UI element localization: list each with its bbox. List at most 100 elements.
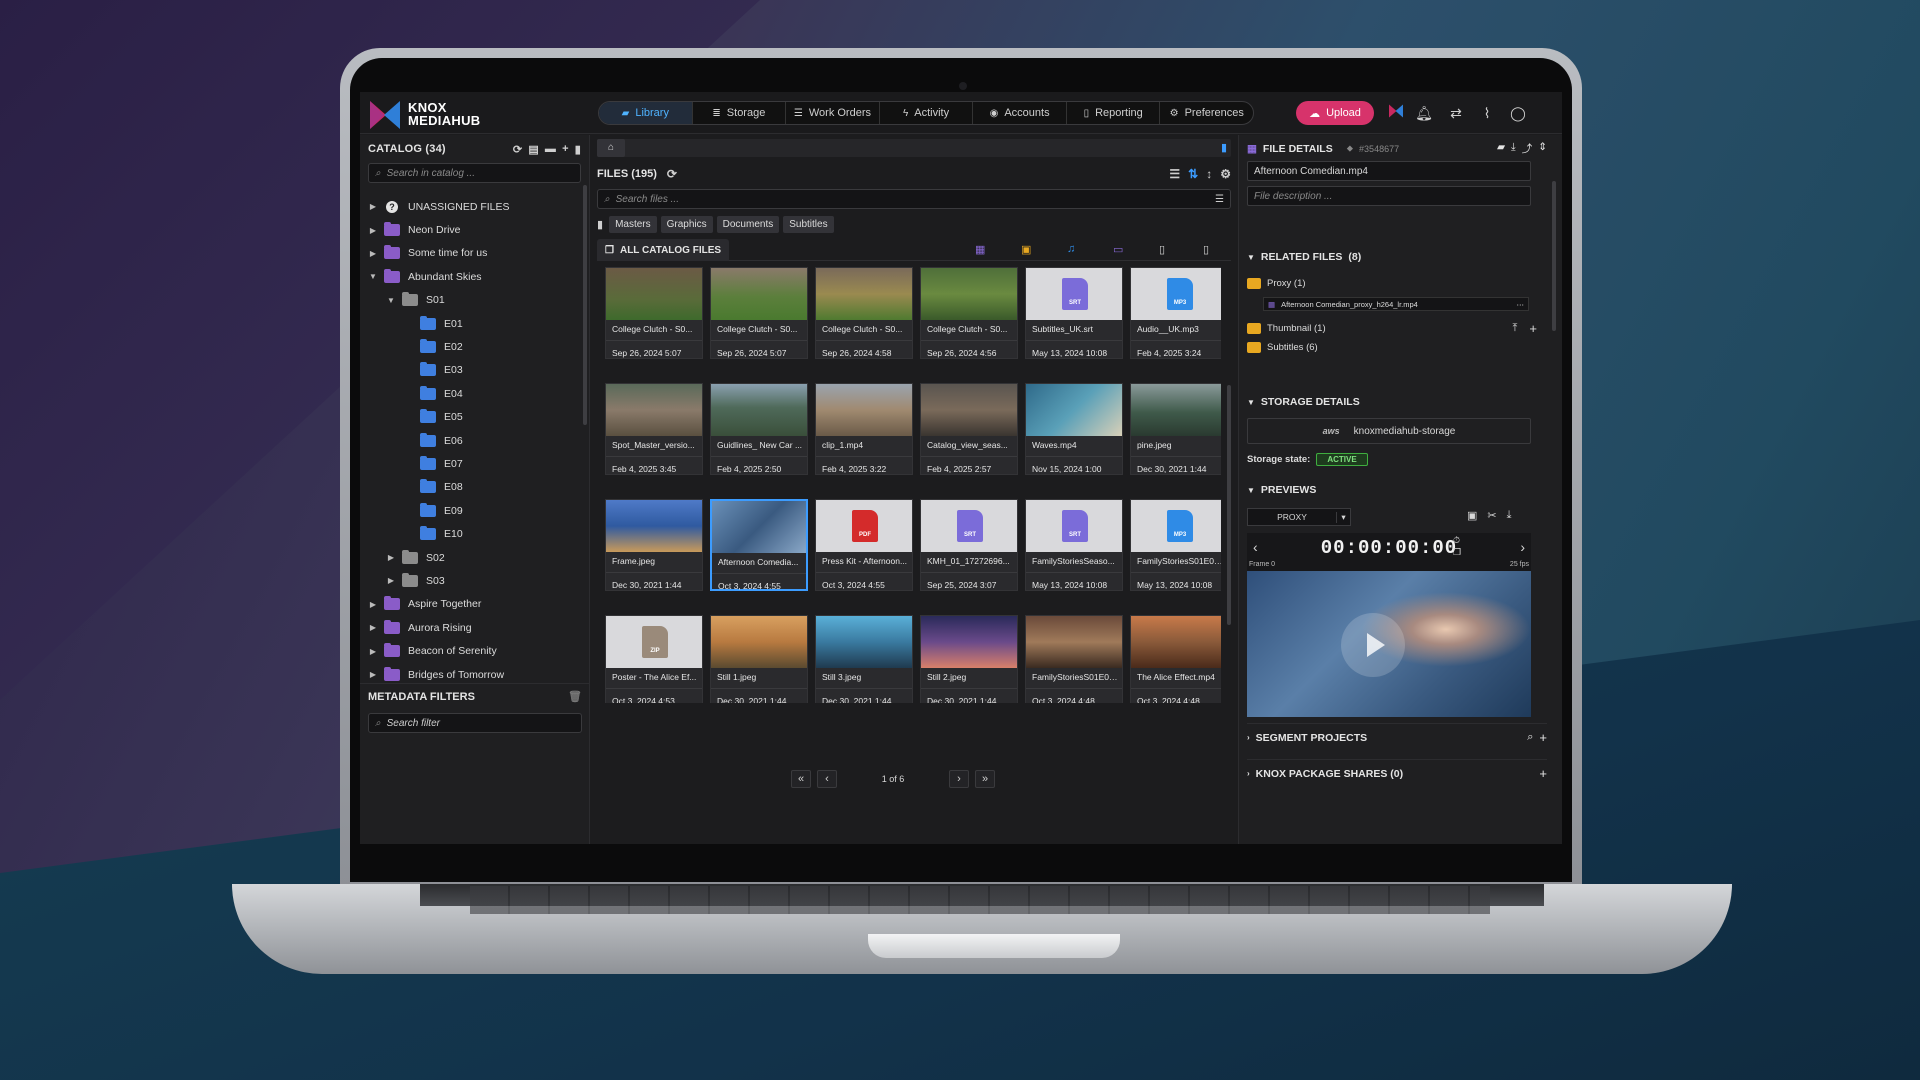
next-frame-icon[interactable]: › — [1520, 539, 1525, 555]
video-preview[interactable] — [1247, 571, 1531, 717]
sort-order-icon[interactable]: ↕ — [1206, 167, 1212, 181]
file-card[interactable]: College Clutch - S0... Sep 26, 2024 4:58 — [815, 267, 913, 359]
file-card[interactable]: College Clutch - S0... Sep 26, 2024 4:56 — [920, 267, 1018, 359]
related-subtitles[interactable]: Subtitles (6) — [1247, 342, 1318, 353]
refresh-icon[interactable]: ⟳ — [667, 167, 677, 181]
tree-item[interactable]: ▶ S02 — [360, 546, 582, 569]
file-card[interactable]: Frame.jpeg Dec 30, 2021 1:44 — [605, 499, 703, 591]
timer-icon[interactable]: ⏱ — [1453, 535, 1460, 546]
home-icon[interactable]: ⌂ — [597, 139, 625, 157]
tree-item[interactable]: E02 — [360, 335, 582, 358]
tree-item[interactable]: ▶ Bridges of Tomorrow — [360, 663, 582, 683]
file-card[interactable]: The Alice Effect.mp4 Oct 3, 2024 4:48 — [1130, 615, 1221, 703]
related-proxy[interactable]: Proxy (1) — [1247, 278, 1306, 289]
catalog-search-input[interactable]: ⌕ Search in catalog ... — [368, 163, 581, 183]
plus-icon[interactable]: + — [1529, 321, 1537, 336]
file-card[interactable]: Still 2.jpeg Dec 30, 2021 1:44 — [920, 615, 1018, 703]
share-icon[interactable]: ⤴ — [1522, 141, 1533, 156]
caret-right-icon[interactable]: ▶ — [368, 202, 378, 211]
chevron-updown-icon[interactable]: ⇕ — [1538, 141, 1547, 156]
bookmark-icon[interactable]: ▮ — [575, 143, 581, 156]
file-card[interactable]: SRT KMH_01_17272696... Sep 25, 2024 3:07 — [920, 499, 1018, 591]
caret-right-icon[interactable]: ▶ — [368, 647, 378, 656]
caret-right-icon[interactable]: ▶ — [368, 249, 378, 258]
tree-item[interactable]: E07 — [360, 452, 582, 475]
segment-projects-header[interactable]: › SEGMENT PROJECTS ⌕ + — [1247, 723, 1547, 745]
caret-down-icon[interactable]: ▼ — [368, 272, 378, 281]
transfer-icon[interactable]: ⇄ — [1446, 103, 1466, 123]
gear-icon[interactable]: ⚙ — [1220, 167, 1231, 181]
play-icon[interactable] — [1341, 613, 1405, 677]
file-card[interactable]: FamilyStoriesS01E01... Oct 3, 2024 4:48 — [1025, 615, 1123, 703]
file-card[interactable]: MP3 FamilyStoriesS01E01... May 13, 2024 10… — [1130, 499, 1221, 591]
filter-chip-masters[interactable]: Masters — [609, 215, 657, 233]
filename-field[interactable]: Afternoon Comedian.mp4 — [1247, 161, 1531, 181]
metadata-search-input[interactable]: ⌕ Search filter — [368, 713, 582, 733]
refresh-icon[interactable]: ⟳ — [513, 143, 522, 156]
nav-tab-activity[interactable]: ϟ Activity — [880, 102, 974, 124]
list-view-icon[interactable]: ☰ — [1169, 167, 1180, 181]
file-card[interactable]: MP3 Audio__UK.mp3 Feb 4, 2025 3:24 — [1130, 267, 1221, 359]
last-page-button[interactable]: » — [975, 770, 995, 788]
trash-icon[interactable]: 🗑︎ — [568, 690, 582, 703]
caret-right-icon[interactable]: ▶ — [386, 576, 396, 585]
file-card[interactable]: ZIP Poster - The Alice Ef... Oct 3, 2024 4… — [605, 615, 703, 703]
filter-chip-documents[interactable]: Documents — [716, 215, 780, 233]
nav-tab-work-orders[interactable]: ☰ Work Orders — [786, 102, 880, 124]
image-filter-icon[interactable]: ▣ — [1021, 243, 1031, 256]
user-account-icon[interactable]: ◯ — [1508, 103, 1528, 123]
nav-tab-accounts[interactable]: ◉ Accounts — [973, 102, 1067, 124]
nav-tab-storage[interactable]: ≣ Storage — [693, 102, 787, 124]
caret-right-icon[interactable]: ▶ — [386, 553, 396, 562]
subtitle-filter-icon[interactable]: ▭ — [1113, 243, 1123, 256]
download-icon[interactable]: ⤓ — [1507, 509, 1512, 522]
file-card[interactable]: Guidlines_ New Car ... Feb 4, 2025 2:50 — [710, 383, 808, 475]
collapse-icon[interactable]: ▤ — [528, 143, 539, 156]
preview-type-select[interactable]: PROXY ▾ — [1247, 508, 1351, 526]
tree-item[interactable]: E06 — [360, 429, 582, 452]
camera-icon[interactable]: ▣ — [1467, 509, 1477, 522]
plus-icon[interactable]: + — [562, 143, 569, 156]
proxy-file-row[interactable]: ▦ Afternoon Comedian_proxy_h264_lr.mp4 ⋯ — [1263, 297, 1529, 311]
tree-item[interactable]: ▶ S03 — [360, 569, 582, 592]
catalog-scrollbar[interactable] — [583, 185, 587, 425]
next-page-button[interactable]: › — [949, 770, 969, 788]
download-icon[interactable]: ⤓ — [1511, 141, 1516, 156]
folder-icon[interactable]: ▰ — [1497, 141, 1505, 156]
file-card[interactable]: Waves.mp4 Nov 15, 2024 1:00 — [1025, 383, 1123, 475]
scissors-icon[interactable]: ✂ — [1487, 509, 1496, 522]
previews-header[interactable]: ▼ PREVIEWS — [1247, 484, 1316, 496]
tree-item[interactable]: ▶ Aurora Rising — [360, 616, 582, 639]
document-filter-icon[interactable]: ▯ — [1159, 243, 1165, 256]
file-description-field[interactable]: File description ... — [1247, 186, 1531, 206]
bell-icon[interactable]: 🔔︎ — [1414, 103, 1434, 123]
copy-icon[interactable]: ❐ — [1453, 547, 1461, 558]
logo[interactable]: KNOX MEDIAHUB — [370, 99, 480, 129]
file-card[interactable]: SRT FamilyStoriesSeaso... May 13, 2024 10:… — [1025, 499, 1123, 591]
tree-item[interactable]: ▶? UNASSIGNED FILES — [360, 195, 582, 218]
tree-item[interactable]: E03 — [360, 359, 582, 382]
upload-icon[interactable]: ⤒ — [1513, 322, 1518, 335]
tree-item[interactable]: ▶ Some time for us — [360, 242, 582, 265]
file-card[interactable]: PDF Press Kit - Afternoon... Oct 3, 2024 4… — [815, 499, 913, 591]
tree-item[interactable]: ▶ Neon Drive — [360, 218, 582, 241]
tree-item[interactable]: ▼ S01 — [360, 289, 582, 312]
video-filter-icon[interactable]: ▦ — [975, 243, 985, 256]
filter-chip-subtitles[interactable]: Subtitles — [783, 215, 834, 233]
nav-tab-library[interactable]: ▰ Library — [599, 102, 693, 124]
file-card[interactable]: clip_1.mp4 Feb 4, 2025 3:22 — [815, 383, 913, 475]
nav-tab-reporting[interactable]: ▯ Reporting — [1067, 102, 1161, 124]
tree-item[interactable]: E01 — [360, 312, 582, 335]
related-thumbnail[interactable]: Thumbnail (1) ⤒ + — [1247, 321, 1537, 336]
filter-chip-graphics[interactable]: Graphics — [660, 215, 713, 233]
tree-item[interactable]: ▶ Aspire Together — [360, 593, 582, 616]
more-icon[interactable]: ⋯ — [1517, 300, 1525, 309]
tree-item[interactable]: E04 — [360, 382, 582, 405]
file-card[interactable]: College Clutch - S0... Sep 26, 2024 5:07 — [710, 267, 808, 359]
file-card[interactable]: College Clutch - S0... Sep 26, 2024 5:07 — [605, 267, 703, 359]
search-icon[interactable]: ⌕ — [1527, 731, 1533, 744]
related-files-header[interactable]: ▼ RELATED FILES (8) — [1247, 251, 1361, 263]
file-card[interactable]: Still 1.jpeg Dec 30, 2021 1:44 — [710, 615, 808, 703]
upload-button[interactable]: ☁ Upload — [1296, 101, 1374, 125]
prev-page-button[interactable]: ‹ — [817, 770, 837, 788]
